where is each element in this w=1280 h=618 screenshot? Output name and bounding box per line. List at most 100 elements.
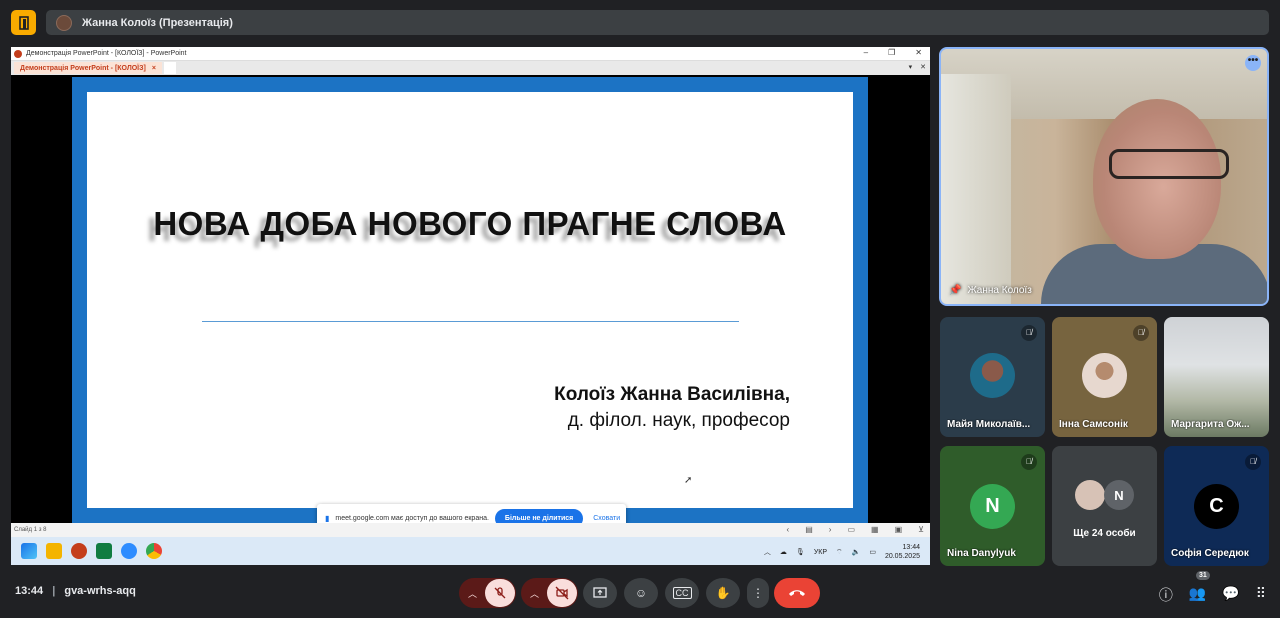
powerpoint-taskbar-icon[interactable] [71,543,87,559]
zoom-taskbar-icon[interactable] [121,543,137,559]
participant-avatar [1075,480,1105,510]
presentation-chip[interactable]: Жанна Колоїз (Презентація) [46,10,1269,35]
taskbar-date: 20.05.2025 [884,553,920,560]
participant-name: Майя Миколаїв... [947,419,1031,430]
sorter-view-icon[interactable]: ▦ [871,525,879,534]
normal-view-icon[interactable]: ▭ [847,525,855,534]
share-indicator-icon: ▮ [325,513,330,523]
more-vert-icon: ⋮ [752,586,764,600]
battery-icon[interactable]: ▭ [869,548,876,556]
windows-start-icon[interactable] [21,543,37,559]
presenter-glasses [1109,149,1229,179]
participant-tile[interactable]: 🎙̸ Інна Самсонік [1052,317,1157,437]
presenter-name-label: 📌 Жанна Колоїз [949,285,1032,296]
close-icon[interactable]: ✕ [915,48,922,57]
smile-icon: ☺ [634,586,648,600]
tile-window [941,74,1011,304]
mouse-cursor-icon: ➚ [684,475,693,486]
mic-off-button[interactable] [484,579,515,607]
slide-menu-icon[interactable]: ▤ [805,525,813,534]
meeting-code: gva-wrhs-aqq [64,585,136,597]
chat-icon[interactable]: 💬 [1222,585,1239,605]
window-titlebar: Демонстрація PowerPoint - [КОЛОЇЗ] - Pow… [11,47,930,61]
more-participants-tile[interactable]: N Ще 24 особи [1052,446,1157,566]
file-explorer-icon[interactable] [46,543,62,559]
presenter-avatar [56,14,72,31]
door-icon[interactable] [11,10,36,35]
participant-tile[interactable]: 🎙̸ Майя Миколаїв... [940,317,1045,437]
volume-icon[interactable]: 🔈 [852,548,861,556]
participant-avatar [1082,353,1127,398]
participant-avatar [970,353,1015,398]
meeting-time: 13:44 [15,585,44,597]
shared-screen: Демонстрація PowerPoint - [КОЛОЇЗ] - Pow… [11,47,930,565]
window-title: Демонстрація PowerPoint - [КОЛОЇЗ] - Pow… [26,50,187,57]
slide-degree: д. філол. наук, професор [567,410,790,431]
mic-icon[interactable]: 🎙 [796,548,805,556]
window-tab[interactable]: Демонстрація PowerPoint - [КОЛОЇЗ] × [14,62,162,74]
raise-hand-button[interactable]: ✋ [706,578,740,608]
activities-icon[interactable]: ⠿ [1256,585,1266,605]
top-bar: Жанна Колоїз (Презентація) [0,0,1280,44]
language-indicator[interactable]: УКР [814,549,827,556]
share-message: meet.google.com має доступ до вашого екр… [335,514,489,522]
presenter-chip-label: Жанна Колоїз (Презентація) [82,16,233,29]
excel-taskbar-icon[interactable] [96,543,112,559]
captions-icon: CC [672,587,692,599]
participant-avatar: С [1194,484,1239,529]
mic-options-chevron-icon[interactable]: ︿ [461,587,485,600]
participant-avatar: N [1104,480,1134,510]
info-icon[interactable]: ⓘ [1159,585,1173,605]
pin-icon: 📌 [949,285,962,296]
slide-author: Колоїз Жанна Василівна, [554,384,790,405]
wifi-icon[interactable]: ⌔ [836,548,843,557]
participant-avatar: N [970,484,1015,529]
more-participants-label: Ще 24 особи [1073,528,1136,539]
chevron-up-icon[interactable]: ︿ [764,547,771,557]
minimize-icon[interactable]: – [864,48,868,57]
slide-divider [202,321,739,322]
next-slide-icon[interactable]: › [829,525,832,534]
people-count-badge: 31 [1196,571,1210,580]
phone-hangup-icon [789,590,805,596]
hide-banner-link[interactable]: Сховати [593,515,620,522]
chrome-taskbar-icon[interactable] [146,543,162,559]
tab-close-icon[interactable]: × [152,65,156,72]
present-screen-button[interactable] [583,578,617,608]
reading-view-icon[interactable]: ▣ [895,525,903,534]
presenter-tile[interactable]: ••• 📌 Жанна Колоїз [939,47,1269,306]
captions-button[interactable]: CC [665,578,699,608]
chevron-down-icon[interactable]: ▾ [909,63,913,71]
participant-name: Nina Danylyuk [947,548,1016,559]
emoji-reaction-button[interactable]: ☺ [624,578,658,608]
participant-name: Софія Середюк [1171,548,1249,559]
presenter-head [1093,99,1221,259]
new-tab-button[interactable] [163,62,176,74]
hand-icon: ✋ [715,586,731,600]
camera-off-button[interactable] [546,579,577,607]
participant-name: Інна Самсонік [1059,419,1128,430]
participant-tile[interactable]: Маргарита Ож... [1164,317,1269,437]
close-icon[interactable]: ✕ [920,63,926,71]
taskbar-clock[interactable]: 13:44 20.05.2025 [885,543,920,561]
present-icon [593,587,607,598]
meeting-info: 13:44 | gva-wrhs-aqq [15,585,136,597]
prev-slide-icon[interactable]: ‹ [787,525,790,534]
taskbar-time: 13:44 [902,544,920,551]
more-options-button[interactable]: ⋮ [747,578,769,608]
leave-call-button[interactable] [774,578,820,608]
camera-options-chevron-icon[interactable]: ︿ [523,587,547,600]
people-icon[interactable]: 👥 [1189,585,1206,605]
maximize-icon[interactable]: ❐ [888,48,895,57]
windows-taskbar: ︿ ☁ 🎙 УКР ⌔ 🔈 ▭ 13:44 20.05.2025 [11,537,930,565]
participant-tile[interactable]: С 🎙̸ Софія Середюк [1164,446,1269,566]
presenter-view-icon[interactable]: ⊻ [918,525,924,534]
mic-off-icon: 🎙̸ [1021,325,1037,341]
meeting-controls-bar: 13:44 | gva-wrhs-aqq ︿ ︿ ☺ CC ✋ ⋮ ⓘ 👥 💬 … [0,570,1280,618]
cloud-icon[interactable]: ☁ [780,548,787,556]
participant-tile[interactable]: N 🎙̸ Nina Danylyuk [940,446,1045,566]
mic-off-icon: 🎙̸ [1021,454,1037,470]
mic-control-group: ︿ [459,578,516,608]
more-options-icon[interactable]: ••• [1245,55,1261,71]
ppt-statusbar: Слайд 1 з 8 ‹ ▤ › ▭ ▦ ▣ ⊻ [11,523,930,537]
